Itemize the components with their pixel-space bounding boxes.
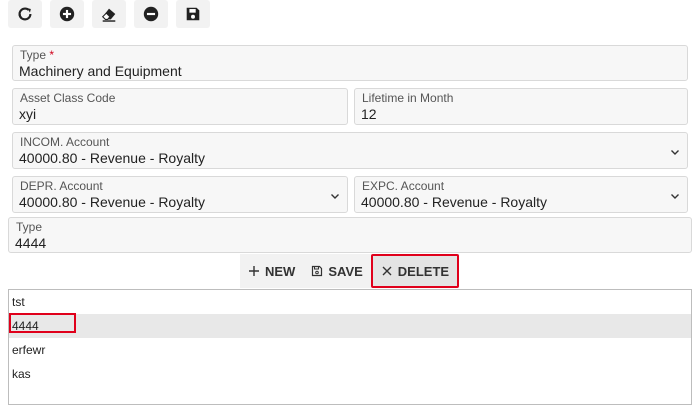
floppy-disk-icon: [186, 7, 200, 21]
chevron-down-icon: [671, 150, 679, 155]
sub-type-field[interactable]: Type 4444: [8, 217, 692, 253]
plus-icon: [249, 266, 259, 276]
income-account-value: 40000.80 - Revenue - Royalty: [19, 150, 205, 166]
lifetime-field[interactable]: Lifetime in Month 12: [354, 88, 688, 125]
lifetime-value: 12: [361, 106, 377, 122]
delete-button[interactable]: DELETE: [370, 254, 460, 288]
eraser-icon: [101, 8, 116, 22]
plus-circle-icon: [59, 6, 75, 22]
close-icon: [382, 266, 392, 276]
lifetime-label: Lifetime in Month: [362, 91, 454, 105]
list-item-selected[interactable]: 4444: [9, 313, 691, 338]
list-actions: NEW SAVE DELETE: [240, 254, 460, 288]
save-button[interactable]: [176, 0, 210, 28]
list-item[interactable]: tst: [9, 290, 691, 314]
clear-button[interactable]: [92, 0, 126, 28]
depr-account-label: DEPR. Account: [20, 179, 103, 193]
asset-class-code-label: Asset Class Code: [20, 91, 116, 105]
chevron-down-icon: [331, 194, 339, 199]
delete-button-label: DELETE: [397, 263, 450, 279]
depr-account-select[interactable]: DEPR. Account 40000.80 - Revenue - Royal…: [12, 176, 348, 213]
selection-highlight: [9, 313, 76, 333]
required-mark: *: [49, 48, 55, 62]
refresh-icon: [18, 7, 32, 21]
save-button-label: SAVE: [328, 263, 363, 279]
list-item[interactable]: kas: [9, 362, 691, 386]
add-button[interactable]: [50, 0, 84, 28]
income-account-label: INCOM. Account: [20, 135, 110, 149]
remove-button[interactable]: [134, 0, 168, 28]
expc-account-value: 40000.80 - Revenue - Royalty: [361, 194, 547, 210]
type-list[interactable]: tst 4444 erfewr kas: [8, 289, 692, 405]
chevron-down-icon: [671, 194, 679, 199]
floppy-disk-icon: [312, 265, 323, 277]
sub-type-value: 4444: [15, 235, 47, 251]
refresh-button[interactable]: [8, 0, 42, 28]
asset-class-code-field[interactable]: Asset Class Code xyi: [12, 88, 348, 125]
type-label: Type *: [20, 48, 55, 62]
type-field[interactable]: Type * Machinery and Equipment: [12, 45, 688, 81]
asset-class-code-value: xyi: [19, 106, 37, 122]
sub-type-label: Type: [16, 220, 43, 234]
new-button[interactable]: NEW: [240, 254, 303, 288]
expc-account-select[interactable]: EXPC. Account 40000.80 - Revenue - Royal…: [354, 176, 688, 213]
depr-account-value: 40000.80 - Revenue - Royalty: [19, 194, 205, 210]
minus-circle-icon: [143, 6, 159, 22]
list-item[interactable]: erfewr: [9, 338, 691, 362]
expc-account-label: EXPC. Account: [362, 179, 445, 193]
new-button-label: NEW: [265, 263, 296, 279]
toolbar: [8, 0, 210, 28]
save-item-button[interactable]: SAVE: [303, 254, 370, 288]
type-value: Machinery and Equipment: [19, 63, 182, 79]
income-account-select[interactable]: INCOM. Account 40000.80 - Revenue - Roya…: [12, 132, 688, 169]
